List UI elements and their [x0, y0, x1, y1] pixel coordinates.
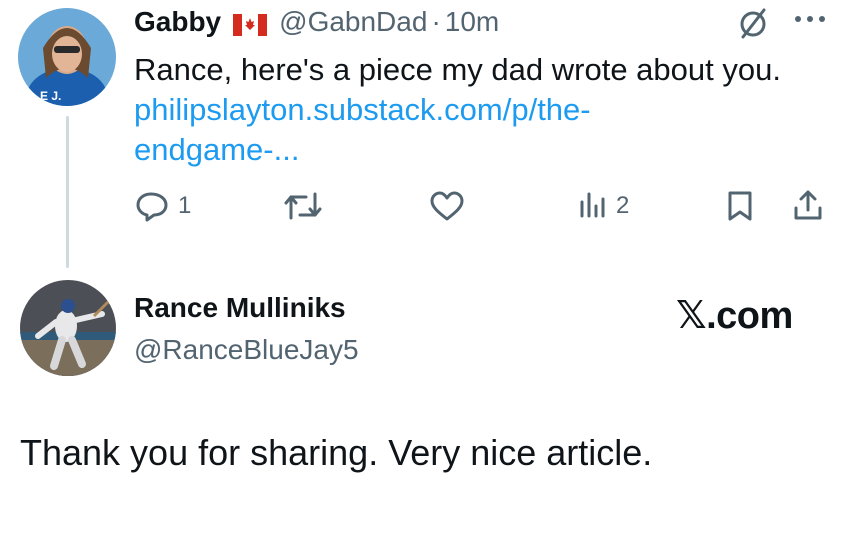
tweet-header: Gabby @GabnDad · 10m [134, 4, 499, 40]
community-notes-icon[interactable] [736, 6, 770, 45]
bookmark-icon [726, 190, 754, 222]
repost-icon [282, 190, 324, 222]
bookmark-button[interactable] [726, 190, 754, 222]
reply-button[interactable]: 1 [134, 190, 191, 222]
reply-author-handle[interactable]: @RanceBlueJay5 [134, 332, 359, 368]
tweet-link-line-2[interactable]: endgame-... [134, 130, 591, 170]
header-separator: · [431, 6, 441, 37]
views-count: 2 [616, 192, 630, 219]
author-handle[interactable]: @GabnDad [279, 6, 427, 38]
tweet-link-line-1[interactable]: philipslayton.substack.com/p/the- [134, 90, 591, 130]
tweet-timestamp[interactable]: 10m [445, 6, 499, 38]
share-button[interactable] [792, 188, 824, 222]
canada-flag-icon [233, 11, 268, 36]
avatar-image: E J. [18, 8, 116, 106]
reply-icon [134, 190, 170, 222]
reply-author-name[interactable]: Rance Mulliniks [134, 290, 346, 326]
avatar-image [20, 280, 116, 376]
share-icon [792, 188, 824, 222]
like-button[interactable] [428, 190, 466, 222]
views-button[interactable]: 2 [578, 190, 629, 222]
thread-connector-line [66, 116, 69, 268]
analytics-icon [578, 190, 608, 222]
author-name[interactable]: Gabby [134, 6, 221, 38]
avatar-gabby[interactable]: E J. [18, 8, 116, 106]
tweet-text: Rance, here's a piece my dad wrote about… [134, 52, 781, 87]
repost-button[interactable] [282, 190, 324, 222]
avatar-rance[interactable] [20, 280, 116, 376]
tweet-link[interactable]: philipslayton.substack.com/p/the- endgam… [134, 90, 591, 170]
svg-text:E J.: E J. [40, 89, 61, 103]
reply-count: 1 [178, 192, 192, 219]
heart-icon [428, 190, 466, 222]
more-options-icon[interactable] [792, 12, 828, 31]
x-brand-logo: 𝕏.com [676, 295, 793, 337]
reply-text: Thank you for sharing. Very nice article… [20, 432, 653, 473]
